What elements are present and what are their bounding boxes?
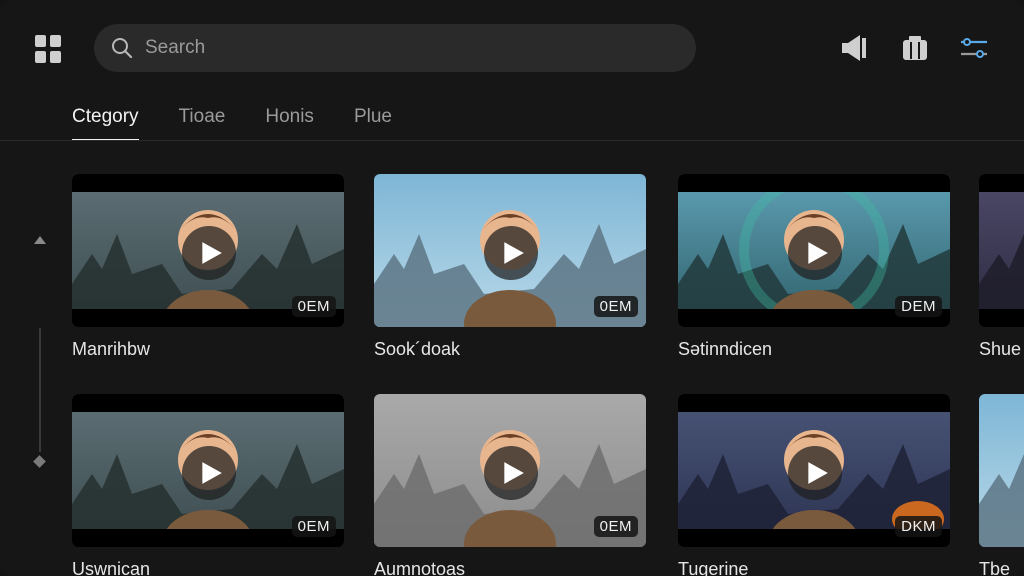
play-button[interactable] [484, 446, 538, 500]
video-thumbnail[interactable]: DEM [678, 174, 950, 327]
scroll-up-icon[interactable] [34, 236, 46, 244]
speaker-icon [842, 35, 866, 61]
video-card[interactable]: DKM Tugerine [678, 394, 950, 576]
library-button[interactable] [897, 30, 933, 66]
play-icon [808, 242, 828, 264]
search-input[interactable] [145, 37, 665, 59]
tab-category[interactable]: Ctegory [72, 106, 139, 141]
video-title[interactable]: Uswnican [72, 559, 344, 576]
tab-plue[interactable]: Plue [354, 106, 392, 141]
duration-badge: DEM [895, 296, 942, 317]
duration-badge: 0EM [291, 516, 336, 537]
play-icon [504, 462, 524, 484]
video-thumbnail[interactable]: 0EM [72, 174, 344, 327]
play-icon [808, 462, 828, 484]
video-card[interactable]: Shue [979, 174, 1024, 360]
duration-badge: 0EM [593, 296, 638, 317]
app-window: Ctegory Tioae Honis Plue 0EM Manrihbw 0E… [0, 0, 1024, 576]
play-button[interactable] [182, 446, 236, 500]
search-icon [112, 38, 133, 59]
sliders-icon [961, 38, 987, 58]
thumbnail-artwork [979, 394, 1024, 547]
video-title[interactable]: Sook´doak [374, 339, 646, 360]
duration-badge: 0EM [593, 516, 638, 537]
filter-button[interactable] [956, 30, 992, 66]
play-icon [202, 242, 222, 264]
video-card[interactable]: 0EM Sook´doak [374, 174, 646, 360]
video-title[interactable]: Tugerine [678, 559, 950, 576]
category-tabs: Ctegory Tioae Honis Plue [72, 106, 432, 141]
duration-badge: DKM [895, 516, 942, 537]
play-icon [504, 242, 524, 264]
play-button[interactable] [182, 226, 236, 280]
tab-honis[interactable]: Honis [265, 106, 314, 141]
scroll-track[interactable] [39, 328, 41, 452]
play-button[interactable] [788, 446, 842, 500]
library-icon [903, 36, 927, 60]
play-icon [202, 462, 222, 484]
scroll-down-icon[interactable] [33, 455, 46, 468]
tab-tioae[interactable]: Tioae [179, 106, 226, 141]
video-thumbnail[interactable] [979, 394, 1024, 547]
play-button[interactable] [484, 226, 538, 280]
video-title[interactable]: Sətinndicen [678, 339, 950, 360]
video-card[interactable]: 0EM Uswnican [72, 394, 344, 576]
header-divider [0, 140, 1024, 141]
video-title[interactable]: Tbe [979, 559, 1024, 576]
video-card[interactable]: 0EM Manrihbw [72, 174, 344, 360]
play-button[interactable] [788, 226, 842, 280]
speaker-button[interactable] [836, 30, 872, 66]
video-thumbnail[interactable]: 0EM [374, 394, 646, 547]
video-card[interactable]: Tbe [979, 394, 1024, 576]
video-thumbnail[interactable]: 0EM [72, 394, 344, 547]
video-thumbnail[interactable]: DKM [678, 394, 950, 547]
search-bar[interactable] [94, 24, 696, 72]
video-title[interactable]: Aumnotoas [374, 559, 646, 576]
video-thumbnail[interactable] [979, 174, 1024, 327]
video-title[interactable]: Manrihbw [72, 339, 344, 360]
thumbnail-artwork [979, 174, 1024, 327]
video-card[interactable]: 0EM Aumnotoas [374, 394, 646, 576]
grid-icon[interactable] [35, 35, 63, 63]
duration-badge: 0EM [291, 296, 336, 317]
video-card[interactable]: DEM Sətinndicen [678, 174, 950, 360]
video-title[interactable]: Shue [979, 339, 1024, 360]
video-thumbnail[interactable]: 0EM [374, 174, 646, 327]
